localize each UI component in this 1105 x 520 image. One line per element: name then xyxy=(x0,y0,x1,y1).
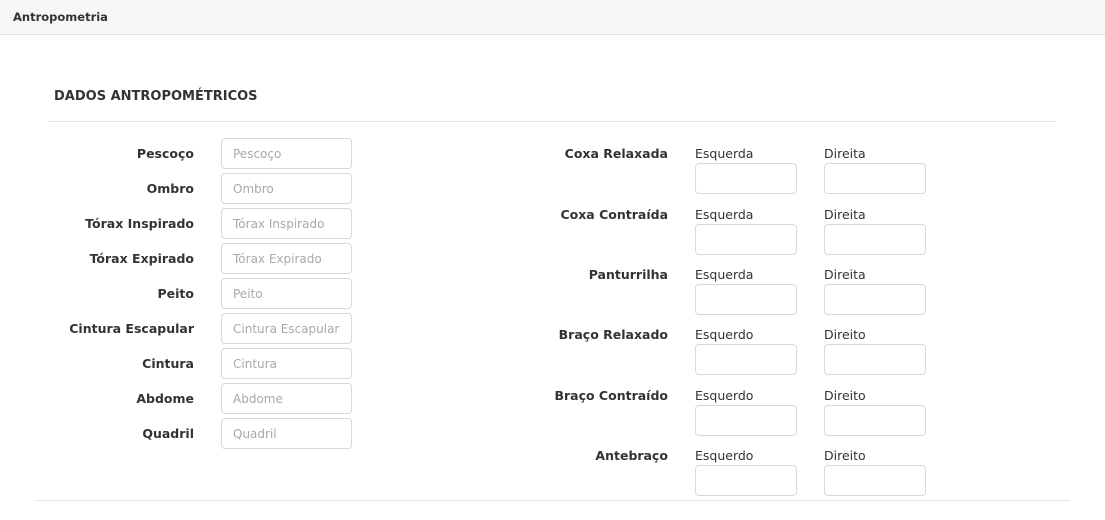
label-antebraco: Antebraço xyxy=(595,448,668,463)
torax-expirado-input[interactable] xyxy=(221,243,352,274)
panturrilha-right-label: Direita xyxy=(824,267,866,282)
antebraco-left-label: Esquerdo xyxy=(695,448,754,463)
ombro-input[interactable] xyxy=(221,173,352,204)
label-cintura: Cintura xyxy=(142,356,194,371)
label-torax-expirado: Tórax Expirado xyxy=(89,251,194,266)
abdome-input[interactable] xyxy=(221,383,352,414)
label-ombro: Ombro xyxy=(146,181,194,196)
section-title: DADOS ANTROPOMÉTRICOS xyxy=(54,89,258,104)
antebraco-left-input[interactable] xyxy=(695,465,797,496)
bottom-divider xyxy=(35,500,1070,501)
label-panturrilha: Panturrilha xyxy=(588,267,668,282)
coxa-contraida-right-label: Direita xyxy=(824,207,866,222)
cintura-input[interactable] xyxy=(221,348,352,379)
braco-relaxado-right-label: Direito xyxy=(824,327,866,342)
cintura-escapular-input[interactable] xyxy=(221,313,352,344)
braco-relaxado-left-label: Esquerdo xyxy=(695,327,754,342)
panturrilha-left-input[interactable] xyxy=(695,284,797,315)
panturrilha-right-input[interactable] xyxy=(824,284,926,315)
braco-contraido-left-input[interactable] xyxy=(695,405,797,436)
braco-contraido-right-label: Direito xyxy=(824,388,866,403)
quadril-input[interactable] xyxy=(221,418,352,449)
panturrilha-left-label: Esquerda xyxy=(695,267,754,282)
coxa-contraida-left-label: Esquerda xyxy=(695,207,754,222)
section-divider xyxy=(48,121,1056,122)
label-braco-contraido: Braço Contraído xyxy=(554,388,668,403)
label-peito: Peito xyxy=(157,286,195,301)
braco-relaxado-left-input[interactable] xyxy=(695,344,797,375)
label-abdome: Abdome xyxy=(136,391,194,406)
coxa-relaxada-left-input[interactable] xyxy=(695,163,797,194)
peito-input[interactable] xyxy=(221,278,352,309)
antebraco-right-label: Direito xyxy=(824,448,866,463)
coxa-relaxada-right-input[interactable] xyxy=(824,163,926,194)
label-coxa-relaxada: Coxa Relaxada xyxy=(564,146,668,161)
label-torax-inspirado: Tórax Inspirado xyxy=(85,216,194,231)
coxa-relaxada-left-label: Esquerda xyxy=(695,146,754,161)
panel-header: Antropometria xyxy=(0,0,1105,35)
coxa-contraida-left-input[interactable] xyxy=(695,224,797,255)
coxa-contraida-right-input[interactable] xyxy=(824,224,926,255)
coxa-relaxada-right-label: Direita xyxy=(824,146,866,161)
label-quadril: Quadril xyxy=(142,426,194,441)
panel-title: Antropometria xyxy=(13,10,108,24)
label-coxa-contraida: Coxa Contraída xyxy=(560,207,668,222)
torax-inspirado-input[interactable] xyxy=(221,208,352,239)
antebraco-right-input[interactable] xyxy=(824,465,926,496)
braco-contraido-right-input[interactable] xyxy=(824,405,926,436)
pescoco-input[interactable] xyxy=(221,138,352,169)
braco-contraido-left-label: Esquerdo xyxy=(695,388,754,403)
label-braco-relaxado: Braço Relaxado xyxy=(558,327,668,342)
label-cintura-escapular: Cintura Escapular xyxy=(69,321,194,336)
braco-relaxado-right-input[interactable] xyxy=(824,344,926,375)
label-pescoco: Pescoço xyxy=(136,146,194,161)
